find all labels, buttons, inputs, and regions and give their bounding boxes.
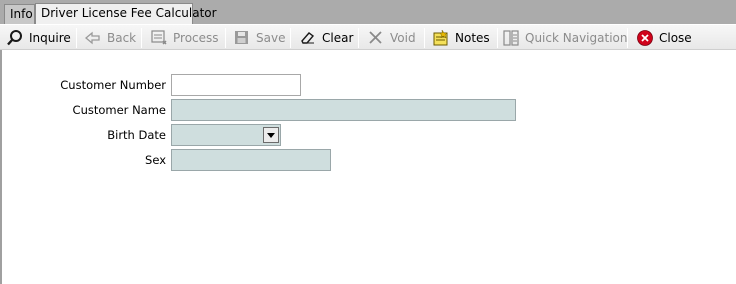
notes-button[interactable]: Notes [432,27,490,49]
inquire-label: Inquire [29,31,71,45]
notes-label: Notes [455,31,490,45]
customer-number-row: Customer Number [0,74,736,96]
eraser-icon [299,29,317,47]
customer-name-field[interactable] [171,99,516,121]
quick-navigation-icon [502,29,520,47]
notes-icon [432,29,450,47]
process-label: Process [173,31,219,45]
close-label: Close [659,31,692,45]
chevron-down-icon[interactable] [263,127,279,143]
close-icon [636,29,654,47]
back-arrow-icon [84,29,102,47]
toolbar-separator [76,28,77,48]
toolbar-separator [141,28,142,48]
void-button[interactable]: Void [367,27,416,49]
toolbar-separator [627,28,628,48]
customer-number-input[interactable] [171,74,301,96]
toolbar-separator [225,28,226,48]
sex-label: Sex [145,153,166,167]
tab-info[interactable]: Info [4,4,35,24]
sex-row: Sex [0,149,736,171]
toolbar: Inquire Back Process Save Clear Void Not… [0,24,736,50]
quick-navigation-button[interactable]: Quick Navigation [502,27,627,49]
close-button[interactable]: Close [636,27,692,49]
save-button[interactable]: Save [233,27,285,49]
toolbar-separator [290,28,291,48]
toolbar-separator [424,28,425,48]
back-button[interactable]: Back [84,27,136,49]
magnifier-icon [6,29,24,47]
birth-date-label: Birth Date [107,128,166,142]
process-button[interactable]: Process [150,27,219,49]
toolbar-separator [358,28,359,48]
customer-name-row: Customer Name [0,99,736,121]
customer-number-label: Customer Number [60,78,166,92]
floppy-disk-icon [233,29,251,47]
process-calculator-icon [150,29,168,47]
tab-driver-license-fee-calculator[interactable]: Driver License Fee Calculator [35,3,217,24]
quick-navigation-label: Quick Navigation [525,31,628,45]
back-label: Back [107,31,137,45]
void-label: Void [390,31,416,45]
inquire-button[interactable]: Inquire [6,27,71,49]
birth-date-dropdown[interactable] [171,124,281,146]
tab-strip: Info Driver License Fee Calculator [0,0,736,24]
void-x-icon [367,29,385,47]
birth-date-row: Birth Date [0,124,736,146]
save-label: Save [256,31,286,45]
clear-label: Clear [322,31,354,45]
sex-field[interactable] [171,149,331,171]
toolbar-separator [497,28,498,48]
customer-name-label: Customer Name [72,103,166,117]
clear-button[interactable]: Clear [299,27,353,49]
